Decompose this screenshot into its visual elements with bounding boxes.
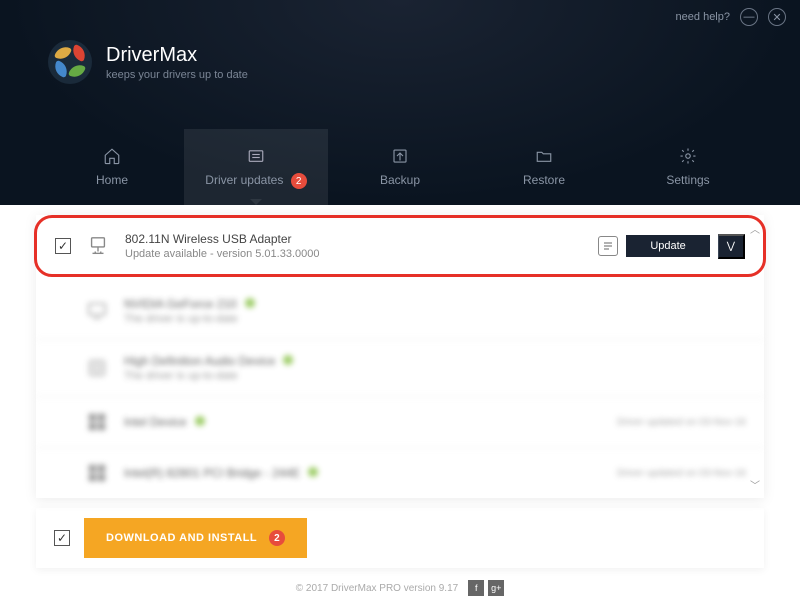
facebook-icon[interactable]: f	[468, 580, 484, 596]
driver-row: Intel(R) 82801 PCI Bridge - 244E Driver …	[36, 448, 764, 498]
app-tagline: keeps your drivers up to date	[106, 69, 248, 81]
driver-date: Driver updated on 03-Nov-16	[617, 468, 746, 479]
driver-name: Intel Device	[124, 415, 187, 429]
download-badge: 2	[269, 530, 285, 546]
driver-name: NVIDIA GeForce 210	[124, 297, 237, 311]
updates-badge: 2	[291, 173, 307, 189]
help-link[interactable]: need help?	[676, 11, 730, 23]
tab-label: Home	[96, 173, 128, 187]
tab-label: Restore	[523, 173, 565, 187]
windows-icon	[86, 462, 108, 484]
gear-icon	[677, 147, 699, 165]
footer-copyright: © 2017 DriverMax PRO version 9.17 f g+	[0, 580, 800, 596]
tab-label: Settings	[666, 173, 709, 187]
network-adapter-icon	[87, 235, 109, 257]
app-title: DriverMax	[106, 44, 248, 67]
details-icon[interactable]	[598, 236, 618, 256]
tab-label: Backup	[380, 173, 420, 187]
update-dropdown-button[interactable]: ⋁	[718, 234, 745, 259]
driver-row: NVIDIA GeForce 210 The driver is up-to-d…	[36, 283, 764, 340]
driver-status: The driver is up-to-date	[124, 370, 746, 382]
status-dot-icon	[245, 298, 255, 308]
scroll-down-icon[interactable]: ﹀	[750, 477, 760, 492]
driver-name: High Definition Audio Device	[124, 354, 275, 368]
driver-name: 802.11N Wireless USB Adapter	[125, 232, 582, 246]
driver-date: Driver updated on 03-Nov-16	[617, 417, 746, 428]
main-tabs: Home Driver updates 2 Backup Restore Set…	[0, 129, 800, 206]
tab-label: Driver updates	[205, 173, 283, 187]
brand-block: DriverMax keeps your drivers up to date	[48, 40, 248, 84]
tab-restore[interactable]: Restore	[472, 129, 616, 206]
driver-status: The driver is up-to-date	[124, 313, 746, 325]
backup-icon	[389, 147, 411, 165]
driver-row-highlighted: 802.11N Wireless USB Adapter Update avai…	[34, 215, 766, 277]
select-all-checkbox[interactable]	[54, 530, 70, 546]
monitor-icon	[86, 300, 108, 322]
status-dot-icon	[195, 416, 205, 426]
minimize-button[interactable]: —	[740, 8, 758, 26]
driver-status: Update available - version 5.01.33.0000	[125, 248, 582, 260]
google-plus-icon[interactable]: g+	[488, 580, 504, 596]
close-button[interactable]: ✕	[768, 8, 786, 26]
driver-list-panel: ︿ 802.11N Wireless USB Adapter Update av…	[36, 215, 764, 498]
download-install-button[interactable]: DOWNLOAD AND INSTALL 2	[84, 518, 307, 558]
window-controls: need help? — ✕	[0, 0, 800, 34]
home-icon	[101, 147, 123, 165]
audio-icon	[86, 357, 108, 379]
app-logo-icon	[48, 40, 92, 84]
driver-name: Intel(R) 82801 PCI Bridge - 244E	[124, 466, 300, 480]
driver-row: Intel Device Driver updated on 03-Nov-16	[36, 397, 764, 448]
status-dot-icon	[283, 355, 293, 365]
status-dot-icon	[308, 467, 318, 477]
tab-backup[interactable]: Backup	[328, 129, 472, 206]
tab-driver-updates[interactable]: Driver updates 2	[184, 129, 328, 206]
checkbox[interactable]	[55, 238, 71, 254]
header: need help? — ✕ DriverMax keeps your driv…	[0, 0, 800, 205]
tab-settings[interactable]: Settings	[616, 129, 760, 206]
folder-icon	[533, 147, 555, 165]
scroll-up-icon[interactable]: ︿	[750, 221, 760, 236]
update-button[interactable]: Update	[626, 235, 709, 257]
tab-home[interactable]: Home	[40, 129, 184, 206]
list-icon	[245, 147, 267, 165]
footer-action-bar: DOWNLOAD AND INSTALL 2	[36, 508, 764, 568]
driver-row: High Definition Audio Device The driver …	[36, 340, 764, 397]
windows-icon	[86, 411, 108, 433]
